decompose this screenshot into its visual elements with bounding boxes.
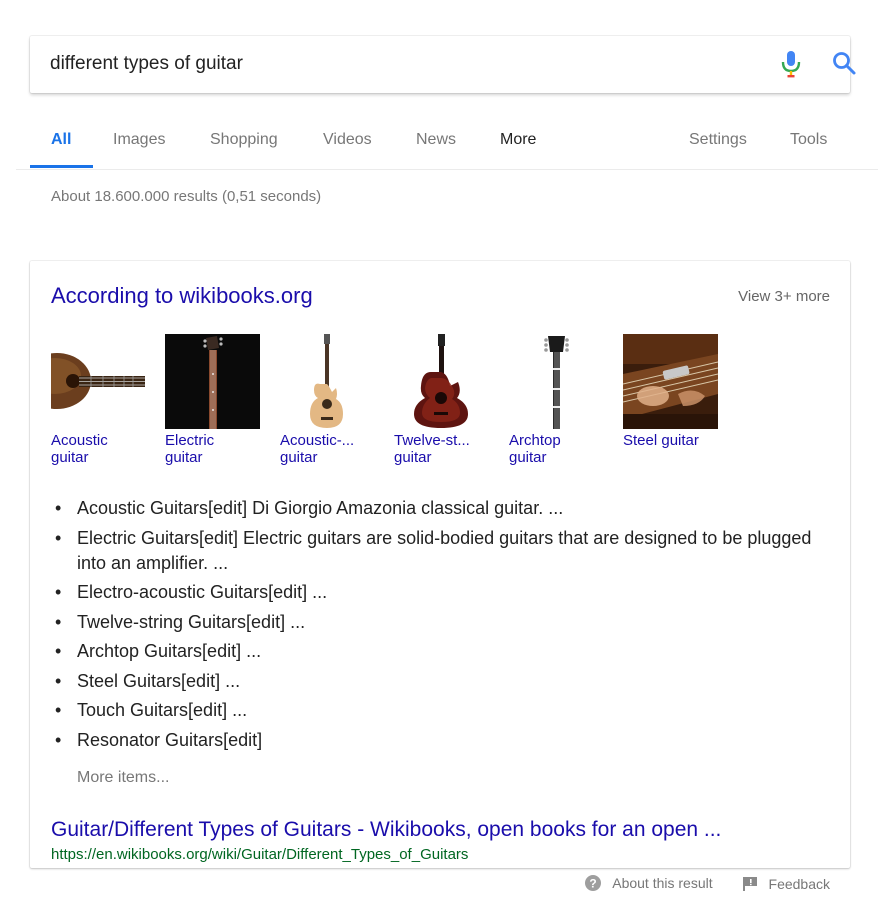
- list-item: Archtop Guitars[edit] ...: [55, 639, 835, 664]
- tab-tools[interactable]: Tools: [790, 131, 827, 149]
- search-box: [30, 36, 856, 93]
- thumbnail-caption-line1: Acoustic: [51, 432, 108, 449]
- thumbnail-acoustic-electric-guitar[interactable]: Acoustic-... guitar: [280, 334, 375, 466]
- tab-images[interactable]: Images: [113, 131, 165, 149]
- active-tab-indicator: [30, 165, 93, 168]
- snippet-footer: ? About this result Feedback: [560, 874, 830, 895]
- tab-shopping[interactable]: Shopping: [210, 131, 278, 149]
- search-input[interactable]: [50, 50, 730, 78]
- thumbnail-steel-guitar[interactable]: Steel guitar: [623, 334, 718, 449]
- tab-videos[interactable]: Videos: [323, 131, 372, 149]
- thumbnail-caption-line2: guitar: [51, 449, 89, 466]
- thumbnail-archtop-guitar[interactable]: Archtop guitar: [509, 334, 604, 466]
- list-item: Electro-acoustic Guitars[edit] ...: [55, 580, 835, 605]
- thumbnail-electric-guitar[interactable]: Electric guitar: [165, 334, 260, 466]
- tab-all[interactable]: All: [51, 131, 71, 149]
- thumbnail-caption-line2: guitar: [509, 449, 547, 466]
- result-title-link[interactable]: Guitar/Different Types of Guitars - Wiki…: [51, 818, 831, 842]
- list-item: Twelve-string Guitars[edit] ...: [55, 610, 835, 635]
- svg-text:?: ?: [590, 877, 597, 891]
- list-item: Steel Guitars[edit] ...: [55, 669, 835, 694]
- featured-snippet-card: According to wikibooks.org View 3+ more: [30, 261, 850, 868]
- thumbnail-caption-line1: Archtop: [509, 432, 561, 449]
- view-more-link[interactable]: View 3+ more: [738, 288, 830, 305]
- thumbnail-twelve-string-guitar[interactable]: Twelve-st... guitar: [394, 334, 489, 466]
- microphone-icon[interactable]: [780, 50, 802, 80]
- thumbnail-acoustic-guitar[interactable]: Acoustic guitar: [51, 334, 146, 466]
- electric-guitar-image: [165, 334, 260, 429]
- result-stats: About 18.600.000 results (0,51 seconds): [51, 188, 322, 205]
- list-item: Resonator Guitars[edit]: [55, 728, 835, 753]
- tabs-divider: [16, 169, 878, 170]
- about-this-result-label: About this result: [612, 875, 713, 891]
- snippet-source-title[interactable]: According to wikibooks.org: [51, 283, 313, 309]
- tab-news[interactable]: News: [416, 131, 456, 149]
- tab-settings[interactable]: Settings: [689, 131, 747, 149]
- tab-more[interactable]: More: [500, 131, 536, 149]
- thumbnail-caption-line2: guitar: [394, 449, 432, 466]
- more-items-link[interactable]: More items...: [77, 769, 169, 787]
- acoustic-electric-guitar-image: [280, 334, 375, 429]
- archtop-guitar-image: [509, 334, 604, 429]
- result-url[interactable]: https://en.wikibooks.org/wiki/Guitar/Dif…: [51, 846, 468, 863]
- about-this-result-link[interactable]: ? About this result: [584, 874, 713, 892]
- thumbnail-caption-line1: Electric: [165, 432, 215, 449]
- flag-icon: [742, 877, 757, 891]
- twelve-string-guitar-image: [394, 334, 489, 429]
- thumbnail-caption-line1: Steel guitar: [623, 432, 699, 449]
- thumbnail-caption-line2: guitar: [165, 449, 203, 466]
- steel-guitar-image: [623, 334, 718, 429]
- search-tabs: All Images Shopping Videos News More Set…: [0, 122, 893, 170]
- help-circle-icon: ?: [585, 875, 602, 891]
- acoustic-guitar-image: [51, 334, 146, 429]
- list-item: Touch Guitars[edit] ...: [55, 698, 835, 723]
- feedback-link[interactable]: Feedback: [741, 876, 830, 892]
- list-item: Acoustic Guitars[edit] Di Giorgio Amazon…: [55, 496, 835, 521]
- search-icon[interactable]: [831, 50, 857, 78]
- feedback-label: Feedback: [768, 876, 830, 892]
- thumbnail-caption-line1: Acoustic-...: [280, 432, 355, 449]
- guitar-types-list: Acoustic Guitars[edit] Di Giorgio Amazon…: [55, 496, 835, 757]
- list-item: Electric Guitars[edit] Electric guitars …: [55, 526, 835, 576]
- image-carousel: Acoustic guitar Electric guitar Acoustic…: [51, 334, 751, 474]
- thumbnail-caption-line1: Twelve-st...: [394, 432, 470, 449]
- thumbnail-caption-line2: guitar: [280, 449, 318, 466]
